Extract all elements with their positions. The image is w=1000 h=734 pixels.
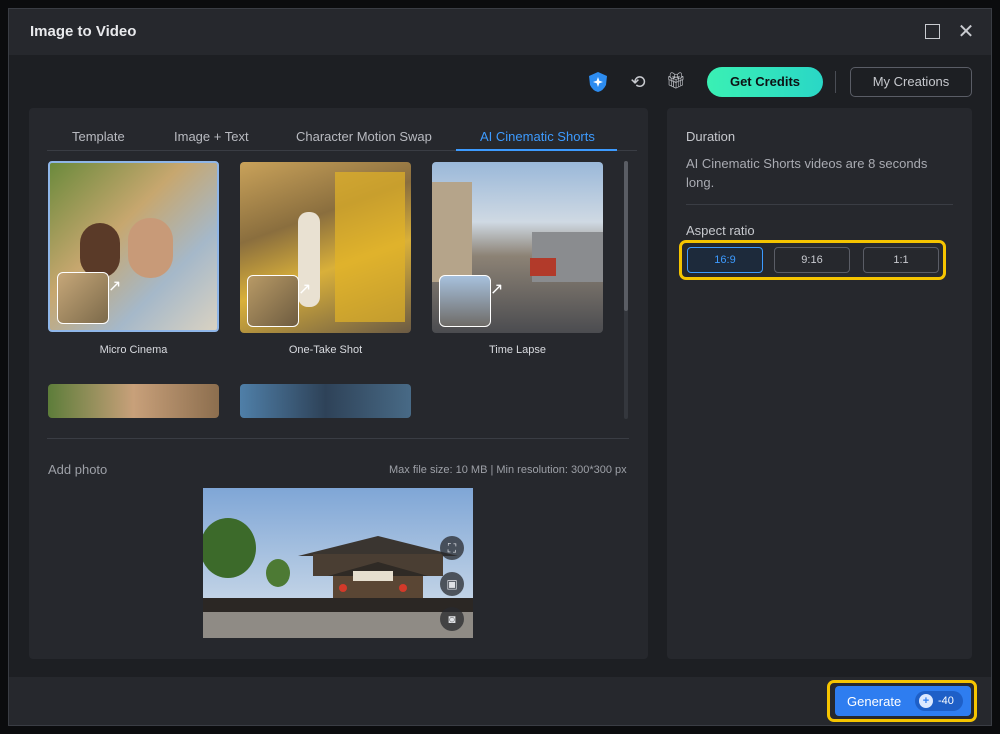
- gift-icon[interactable]: 🎁︎: [665, 71, 687, 93]
- crop-icon[interactable]: ⛶: [440, 536, 464, 560]
- duration-label: Duration: [686, 129, 736, 144]
- credit-cost-badge: + -40: [915, 691, 963, 711]
- aspect-ratio-label: Aspect ratio: [686, 223, 755, 238]
- close-icon[interactable]: ✕: [956, 22, 976, 42]
- get-credits-button[interactable]: Get Credits: [707, 67, 823, 97]
- tab-bar: Template Image + Text Character Motion S…: [47, 124, 637, 151]
- template-scrollbar-thumb[interactable]: [624, 161, 628, 311]
- red-bus: [530, 258, 556, 276]
- shield-sparkle-icon[interactable]: [587, 71, 609, 93]
- portrait-icon[interactable]: ◙: [440, 607, 464, 631]
- shop-front: [335, 172, 405, 322]
- template-panel: Template Image + Text Character Motion S…: [29, 108, 648, 659]
- source-image-thumbnail: [439, 275, 491, 327]
- aspect-1-1-button[interactable]: 1:1: [863, 247, 939, 273]
- template-card-partial-2[interactable]: [240, 384, 411, 418]
- my-creations-button[interactable]: My Creations: [850, 67, 972, 97]
- aspect-9-16-button[interactable]: 9:16: [774, 247, 850, 273]
- template-card-time-lapse[interactable]: ↗: [432, 162, 603, 333]
- upload-limits-text: Max file size: 10 MB | Min resolution: 3…: [389, 464, 627, 476]
- credit-icon: +: [919, 694, 933, 708]
- curved-arrow-icon: ↗: [108, 278, 122, 295]
- template-card-partial-1[interactable]: [48, 384, 219, 418]
- section-divider: [47, 438, 629, 439]
- template-label-time-lapse: Time Lapse: [488, 344, 547, 356]
- add-photo-label: Add photo: [48, 462, 108, 477]
- aspect-16-9-button[interactable]: 16:9: [687, 247, 763, 273]
- settings-divider: [686, 204, 953, 205]
- credit-cost-value: -40: [938, 695, 954, 707]
- tab-image-text[interactable]: Image + Text: [174, 129, 249, 144]
- figure-man: [128, 218, 173, 278]
- template-card-micro-cinema[interactable]: ↗: [48, 161, 219, 332]
- source-image-thumbnail: [247, 275, 299, 327]
- tab-ai-cinematic-shorts[interactable]: AI Cinematic Shorts: [480, 129, 595, 144]
- footer-bar: Generate + -40: [9, 677, 991, 725]
- tab-template[interactable]: Template: [72, 129, 125, 144]
- source-image-thumbnail: [57, 272, 109, 324]
- tab-character-motion-swap[interactable]: Character Motion Swap: [296, 129, 432, 144]
- generate-button[interactable]: Generate + -40: [835, 686, 971, 716]
- uploaded-photo[interactable]: ⛶ ▣ ◙: [203, 488, 473, 638]
- building-left: [432, 182, 472, 282]
- window-title: Image to Video: [30, 23, 137, 40]
- title-bar: Image to Video ✕: [9, 9, 991, 55]
- image-to-video-dialog: Image to Video ✕ ⟲ 🎁︎ Get Credits My Cre…: [8, 8, 992, 726]
- template-label-one-take-shot: One-Take Shot: [288, 344, 363, 356]
- template-label-micro-cinema: Micro Cinema: [99, 344, 168, 356]
- replace-image-icon[interactable]: ▣: [440, 572, 464, 596]
- curved-arrow-icon: ↗: [490, 281, 504, 298]
- curved-arrow-icon: ↗: [298, 281, 312, 298]
- generate-label: Generate: [847, 694, 902, 709]
- active-tab-indicator: [456, 149, 617, 151]
- toolbar-divider: [835, 71, 836, 93]
- refresh-icon[interactable]: ⟲: [627, 71, 649, 93]
- maximize-icon[interactable]: [923, 22, 943, 42]
- figure-woman: [80, 223, 120, 278]
- settings-panel: Duration AI Cinematic Shorts videos are …: [667, 108, 972, 659]
- template-card-one-take-shot[interactable]: ↗: [240, 162, 411, 333]
- duration-description: AI Cinematic Shorts videos are 8 seconds…: [686, 156, 928, 190]
